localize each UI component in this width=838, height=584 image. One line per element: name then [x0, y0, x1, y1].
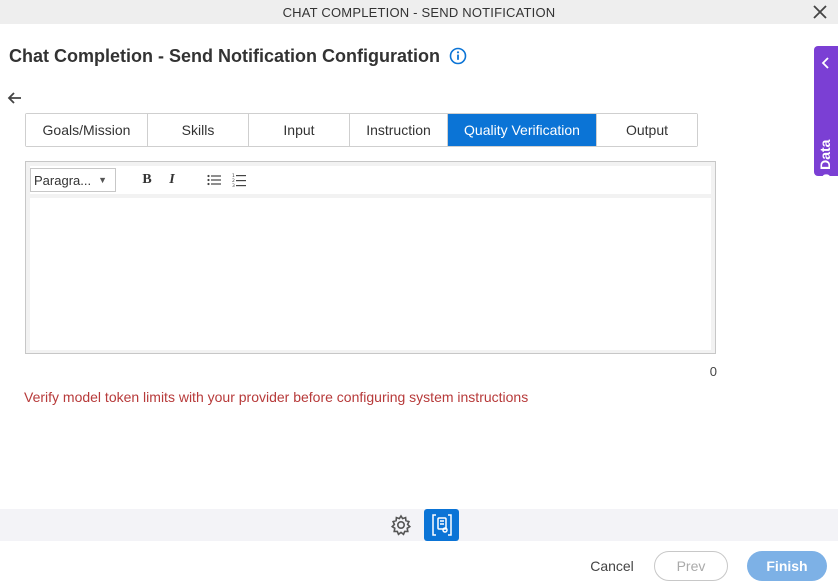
chevron-left-icon	[821, 56, 831, 74]
tab-instruction[interactable]: Instruction	[350, 114, 448, 146]
page-header: Chat Completion - Send Notification Conf…	[9, 44, 467, 68]
rich-text-editor: Paragra... ▼ B I 1 2 3	[25, 161, 716, 354]
editor-toolbar: Paragra... ▼ B I 1 2 3	[30, 166, 711, 194]
app-data-panel-toggle[interactable]: App Data	[814, 46, 838, 201]
character-count: 0	[709, 364, 717, 379]
window-titlebar: CHAT COMPLETION - SEND NOTIFICATION	[0, 0, 838, 24]
token-limit-warning: Verify model token limits with your prov…	[24, 389, 529, 405]
paragraph-format-select[interactable]: Paragra... ▼	[30, 168, 116, 192]
svg-text:3: 3	[232, 183, 235, 187]
bullet-list-icon[interactable]	[203, 169, 225, 191]
window-title: CHAT COMPLETION - SEND NOTIFICATION	[282, 4, 556, 20]
info-icon[interactable]	[449, 47, 467, 65]
cancel-button[interactable]: Cancel	[580, 551, 644, 581]
back-arrow-icon[interactable]	[6, 90, 24, 106]
tab-output[interactable]: Output	[597, 114, 697, 146]
bold-button[interactable]: B	[136, 169, 158, 191]
tab-quality-verification[interactable]: Quality Verification	[448, 114, 597, 146]
finish-button[interactable]: Finish	[747, 551, 827, 581]
prev-button[interactable]: Prev	[654, 551, 728, 581]
tab-skills[interactable]: Skills	[148, 114, 249, 146]
gear-icon[interactable]	[390, 513, 412, 537]
config-tabs: Goals/Mission Skills Input Instruction Q…	[25, 113, 698, 147]
caret-down-icon: ▼	[98, 175, 107, 185]
editor-content-area[interactable]	[30, 198, 711, 350]
page-title: Chat Completion - Send Notification Conf…	[9, 45, 440, 66]
numbered-list-icon[interactable]: 1 2 3	[228, 169, 250, 191]
document-icon	[431, 514, 452, 536]
tab-goals-mission[interactable]: Goals/Mission	[26, 114, 148, 146]
app-data-label: App Data	[817, 139, 833, 201]
close-icon[interactable]	[810, 2, 830, 22]
bottom-toolbar	[0, 509, 838, 541]
italic-button[interactable]: I	[161, 169, 183, 191]
tab-input[interactable]: Input	[249, 114, 350, 146]
document-settings-button[interactable]	[424, 509, 459, 541]
